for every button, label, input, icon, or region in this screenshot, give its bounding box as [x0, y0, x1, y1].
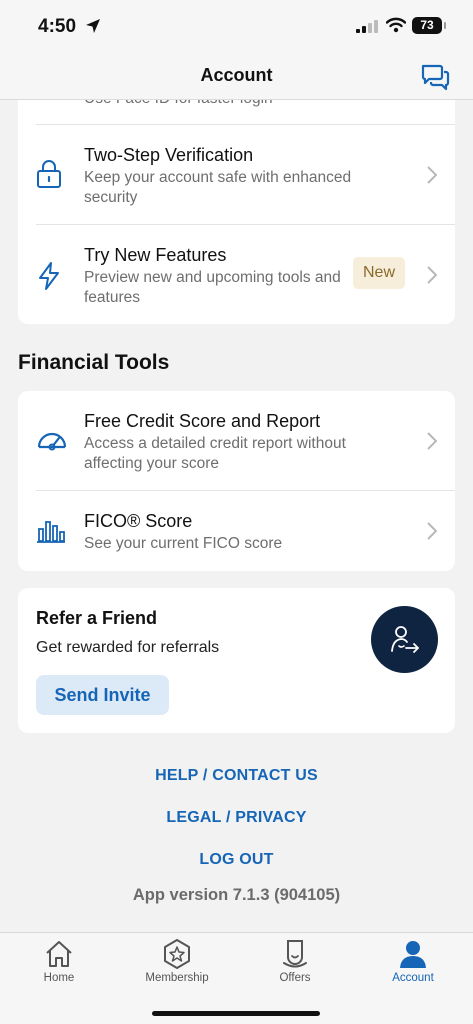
tab-membership[interactable]: Membership — [127, 939, 227, 984]
lightning-bolt-icon — [39, 262, 59, 290]
credit-score-row[interactable]: Free Credit Score and Report Access a de… — [18, 391, 455, 490]
new-badge: New — [353, 257, 406, 289]
tab-account[interactable]: Account — [363, 939, 463, 984]
tab-offers[interactable]: Offers — [245, 939, 345, 984]
fico-title: FICO® Score — [84, 511, 193, 531]
wifi-icon — [386, 17, 406, 33]
status-time: 4:50 — [38, 16, 77, 37]
person-arrow-icon — [391, 626, 419, 653]
bar-chart-icon — [37, 521, 65, 543]
face-id-desc-partial: Use Face ID for faster login — [84, 100, 273, 108]
credit-score-title: Free Credit Score and Report — [84, 411, 321, 431]
financial-tools-card: Free Credit Score and Report Access a de… — [18, 391, 455, 571]
speedometer-gauge-icon — [37, 432, 67, 451]
home-indicator — [152, 1011, 320, 1016]
account-person-icon — [400, 941, 426, 968]
offers-tag-icon — [283, 940, 307, 968]
battery-indicator: 73 — [412, 17, 446, 34]
lock-icon — [37, 160, 61, 188]
location-arrow-icon — [86, 19, 100, 33]
chevron-right-icon — [427, 266, 437, 284]
page-title: Account — [200, 65, 273, 85]
chevron-right-icon — [427, 166, 437, 184]
tab-membership-label: Membership — [145, 972, 209, 984]
fico-desc: See your current FICO score — [84, 535, 283, 552]
legal-privacy-link[interactable]: LEGAL / PRIVACY — [0, 809, 473, 827]
membership-star-badge-icon — [164, 939, 190, 969]
home-icon — [46, 941, 72, 967]
new-features-desc: Preview new and upcoming tools and featu… — [84, 269, 341, 306]
status-bar: 4:50 73 — [0, 0, 473, 54]
logout-link[interactable]: LOG OUT — [0, 851, 473, 869]
refer-title: Refer a Friend — [36, 608, 158, 628]
fico-score-row[interactable]: FICO® Score See your current FICO score — [18, 491, 455, 571]
app-version: App version 7.1.3 (904105) — [132, 886, 341, 904]
new-features-title: Try New Features — [84, 245, 227, 265]
credit-score-desc: Access a detailed credit report without … — [84, 435, 346, 472]
try-new-features-row[interactable]: Try New Features Preview new and upcomin… — [18, 225, 455, 324]
tab-account-label: Account — [392, 972, 434, 984]
tab-home-label: Home — [43, 972, 75, 984]
two-step-desc: Keep your account safe with enhanced sec… — [84, 169, 352, 206]
refer-subtitle: Get rewarded for referrals — [36, 639, 220, 656]
refer-friend-card: Refer a Friend Get rewarded for referral… — [18, 588, 455, 733]
nav-bar: Account — [0, 54, 473, 100]
chevron-right-icon — [427, 432, 437, 450]
chat-messages-icon[interactable] — [420, 62, 450, 92]
financial-tools-heading: Financial Tools — [18, 351, 170, 374]
chevron-right-icon — [427, 522, 437, 540]
send-invite-button[interactable]: Send Invite — [36, 675, 169, 715]
tab-home[interactable]: Home — [9, 939, 109, 984]
tab-bar: Home Membership Offers Account — [0, 932, 473, 1024]
security-card: Use Face ID for faster login Two-Step Ve… — [18, 100, 455, 324]
help-contact-link[interactable]: HELP / CONTACT US — [0, 767, 473, 785]
two-step-verification-row[interactable]: Two-Step Verification Keep your account … — [18, 125, 455, 224]
cellular-signal-icon — [356, 20, 378, 33]
refer-friend-icon-circle — [371, 606, 438, 673]
two-step-title: Two-Step Verification — [84, 145, 254, 165]
tab-offers-label: Offers — [279, 972, 311, 984]
